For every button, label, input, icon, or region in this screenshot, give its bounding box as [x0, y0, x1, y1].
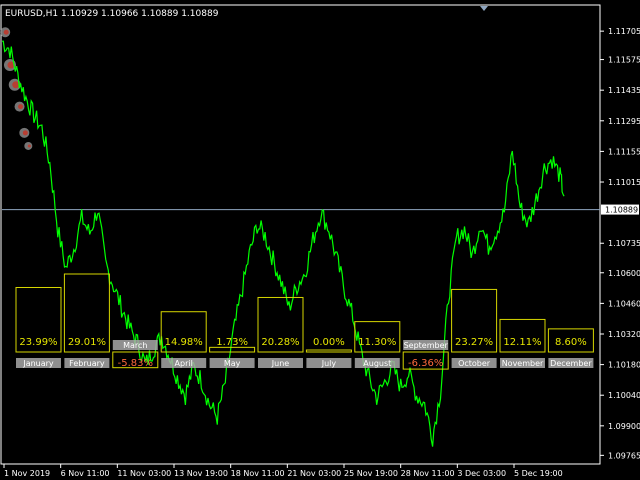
month-return-value: 23.27% — [455, 337, 493, 348]
price-tick-label: 1.10320 — [608, 330, 640, 339]
time-tick-label: 21 Nov 03:00 — [287, 469, 341, 478]
price-tick-label: 1.11015 — [608, 178, 640, 187]
chart-background — [0, 0, 640, 480]
month-return-value: 11.30% — [358, 337, 396, 348]
price-chart[interactable]: EURUSD,H1 1.10929 1.10966 1.10889 1.1088… — [0, 0, 640, 480]
month-name-label: December — [550, 359, 592, 368]
month-name-label: June — [271, 359, 290, 368]
time-tick-label: 6 Nov 11:00 — [61, 469, 110, 478]
month-return-value: 14.98% — [165, 337, 203, 348]
month-name-label: July — [321, 359, 337, 368]
price-tick-label: 1.09765 — [608, 451, 640, 460]
month-name-label: January — [22, 359, 54, 368]
month-return-value: 20.28% — [261, 337, 299, 348]
month-name-label: March — [123, 341, 147, 350]
time-tick-label: 1 Nov 2019 — [4, 469, 50, 478]
month-return-value: 8.60% — [555, 337, 587, 348]
month-name-label: October — [458, 359, 491, 368]
month-return-value: 0.00% — [313, 337, 345, 348]
time-tick-label: 18 Nov 11:00 — [231, 469, 285, 478]
indicator-marker — [22, 130, 28, 136]
time-tick-label: 25 Nov 19:00 — [344, 469, 398, 478]
price-tick-label: 1.11705 — [608, 27, 640, 36]
month-return-value: 1.73% — [216, 337, 248, 348]
month-return-value: 29.01% — [68, 337, 106, 348]
price-tick-label: 1.11435 — [608, 86, 640, 95]
time-tick-label: 13 Nov 19:00 — [174, 469, 228, 478]
time-tick-label: 28 Nov 11:00 — [401, 469, 455, 478]
price-tick-label: 1.11575 — [608, 56, 640, 65]
price-tick-label: 1.10600 — [608, 269, 640, 278]
time-tick-label: 11 Nov 03:00 — [117, 469, 171, 478]
month-return-value: 12.11% — [503, 337, 541, 348]
indicator-marker — [3, 29, 9, 35]
month-name-label: May — [224, 359, 241, 368]
month-name-label: November — [502, 359, 544, 368]
time-tick-label: 5 Dec 19:00 — [514, 469, 563, 478]
month-return-value: -5.83% — [118, 358, 153, 369]
month-name-label: September — [404, 341, 449, 350]
month-return-value: 23.99% — [19, 337, 57, 348]
time-tick-label: 3 Dec 03:00 — [457, 469, 506, 478]
symbol-info-text: EURUSD,H1 1.10929 1.10966 1.10889 1.1088… — [5, 9, 219, 19]
price-tick-label: 1.10040 — [608, 391, 640, 400]
month-name-label: August — [363, 359, 391, 368]
price-tick-label: 1.11155 — [608, 147, 640, 156]
price-tick-label: 1.10460 — [608, 299, 640, 308]
price-tick-label: 1.10735 — [608, 239, 640, 248]
month-name-label: April — [175, 359, 193, 368]
price-tick-label: 1.10180 — [608, 361, 640, 370]
price-tick-label: 1.09900 — [608, 422, 640, 431]
price-tick-label: 1.11295 — [608, 117, 640, 126]
month-name-label: February — [69, 359, 105, 368]
mt4-chart-window[interactable]: EURUSD,H1 1.10929 1.10966 1.10889 1.1088… — [0, 0, 640, 480]
current-price-label: 1.10889 — [605, 206, 638, 215]
month-return-value: -6.36% — [408, 358, 443, 369]
indicator-marker — [18, 104, 24, 110]
indicator-marker — [27, 144, 31, 148]
